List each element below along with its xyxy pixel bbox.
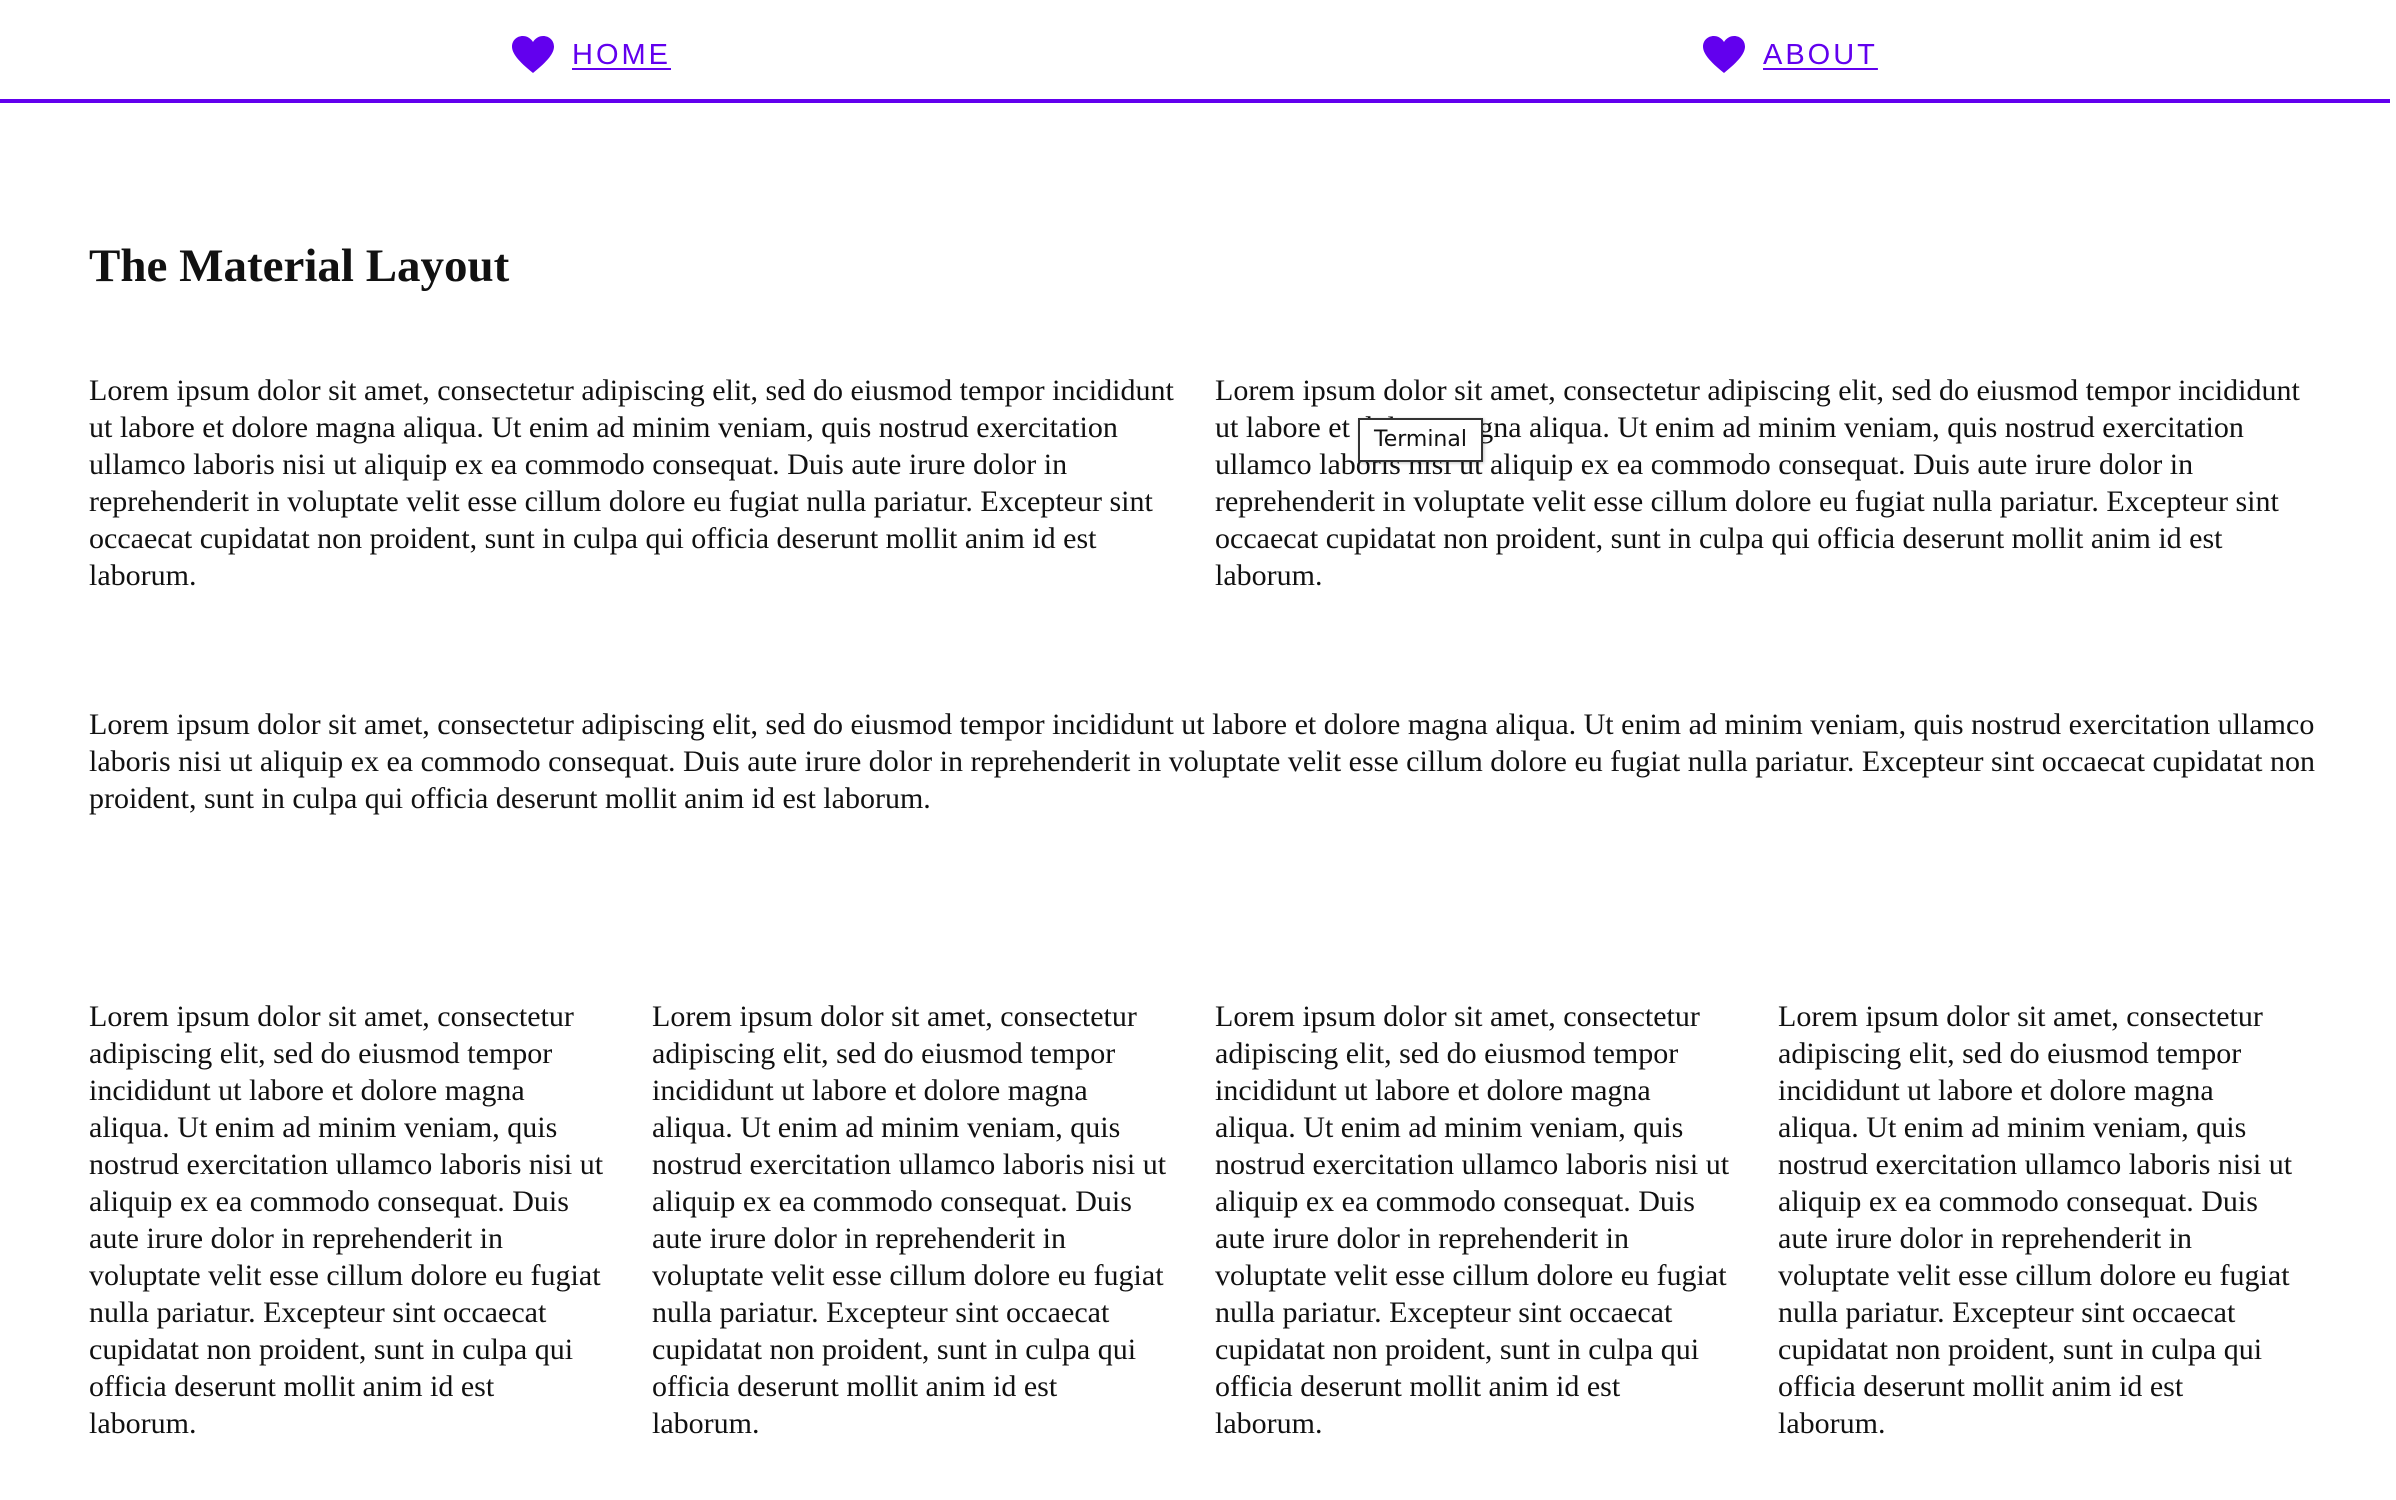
terminal-tooltip: Terminal [1358,418,1483,462]
paragraph-row1-left: Lorem ipsum dolor sit amet, consectetur … [89,374,1174,592]
nav-about-label: ABOUT [1763,38,1878,71]
paragraph-row2-full: Lorem ipsum dolor sit amet, consectetur … [89,708,2315,815]
paragraph-column-3: Lorem ipsum dolor sit amet, consectetur … [1215,1000,1730,1440]
paragraph-column-2: Lorem ipsum dolor sit amet, consectetur … [652,1000,1167,1440]
nav-home-link[interactable]: HOME [512,36,671,74]
nav-home-label: HOME [572,38,671,71]
heart-icon [512,36,554,74]
paragraph-column-4: Lorem ipsum dolor sit amet, consectetur … [1778,1000,2293,1440]
paragraph-row1-right: Lorem ipsum dolor sit amet, consectetur … [1215,374,2300,592]
nav-about-link[interactable]: ABOUT [1703,36,1878,74]
heart-icon [1703,36,1745,74]
paragraph-column-1: Lorem ipsum dolor sit amet, consectetur … [89,1000,604,1440]
top-navbar: HOME ABOUT [0,0,2390,103]
page-title: The Material Layout [89,240,510,292]
